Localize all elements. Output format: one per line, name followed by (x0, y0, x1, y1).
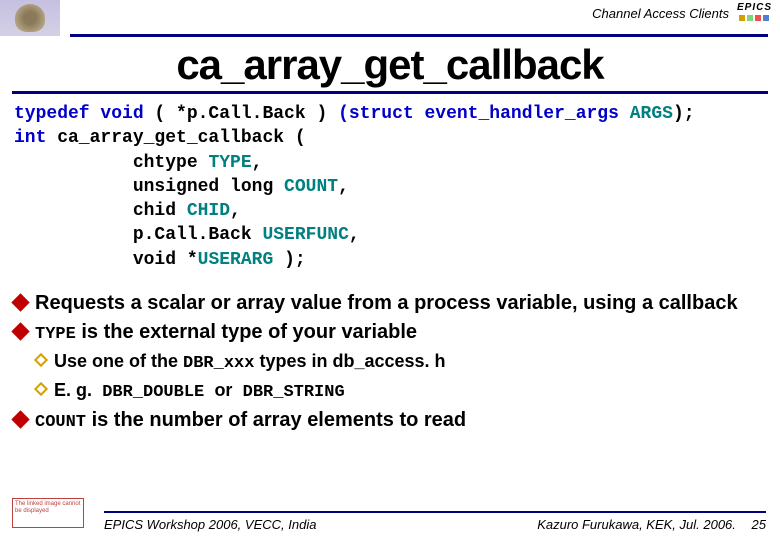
slide-title: ca_array_get_callback (0, 41, 780, 89)
header-rule (70, 34, 768, 37)
bullet-diamond-icon (11, 322, 29, 340)
header-section-label: Channel Access Clients (60, 0, 737, 21)
bullet-text: E. g. (54, 380, 92, 400)
bullet-item: Requests a scalar or array value from a … (14, 290, 766, 317)
header-brand: EPICS (737, 0, 780, 21)
bullet-code: COUNT (35, 413, 86, 432)
title-rule (12, 91, 768, 94)
footer-rule (104, 511, 766, 513)
epics-label: EPICS (737, 2, 772, 13)
epics-blocks-icon (739, 15, 769, 21)
code-block: typedef void ( *p.Call.Back ) (struct ev… (0, 102, 780, 284)
missing-image-badge: The linked image cannot be displayed (12, 498, 84, 528)
page-number: 25 (740, 517, 766, 532)
sub-bullet-item: E. g. DBR_DOUBLE or DBR_STRING (14, 378, 766, 405)
bullet-text: is the number of array elements to read (86, 409, 466, 431)
bullet-item: TYPE is the external type of your variab… (14, 319, 766, 347)
bullet-code: DBR_xxx (183, 354, 254, 373)
bullet-code: DBR_STRING (232, 383, 344, 402)
footer-right: Kazuro Furukawa, KEK, Jul. 2006. (537, 517, 736, 532)
bullet-code: DBR_DOUBLE (92, 383, 214, 402)
bullet-diamond-icon (11, 410, 29, 428)
sub-bullet-diamond-icon (34, 382, 48, 396)
header-logo (0, 0, 60, 36)
bullet-text: Requests a scalar or array value from a … (35, 292, 738, 314)
bullet-item: COUNT is the number of array elements to… (14, 407, 766, 435)
slide-header: Channel Access Clients EPICS (0, 0, 780, 36)
bullet-text: Use (54, 351, 87, 371)
bullet-list: Requests a scalar or array value from a … (0, 284, 780, 435)
bullet-text: is the external type of your variable (76, 321, 417, 343)
slide-footer: The linked image cannot be displayed EPI… (0, 511, 780, 532)
footer-left: EPICS Workshop 2006, VECC, India (104, 517, 316, 532)
bullet-code: TYPE (35, 325, 76, 344)
bullet-diamond-icon (11, 293, 29, 311)
sub-bullet-diamond-icon (34, 353, 48, 367)
sub-bullet-item: Use one of the DBR_xxx types in db_acces… (14, 349, 766, 376)
